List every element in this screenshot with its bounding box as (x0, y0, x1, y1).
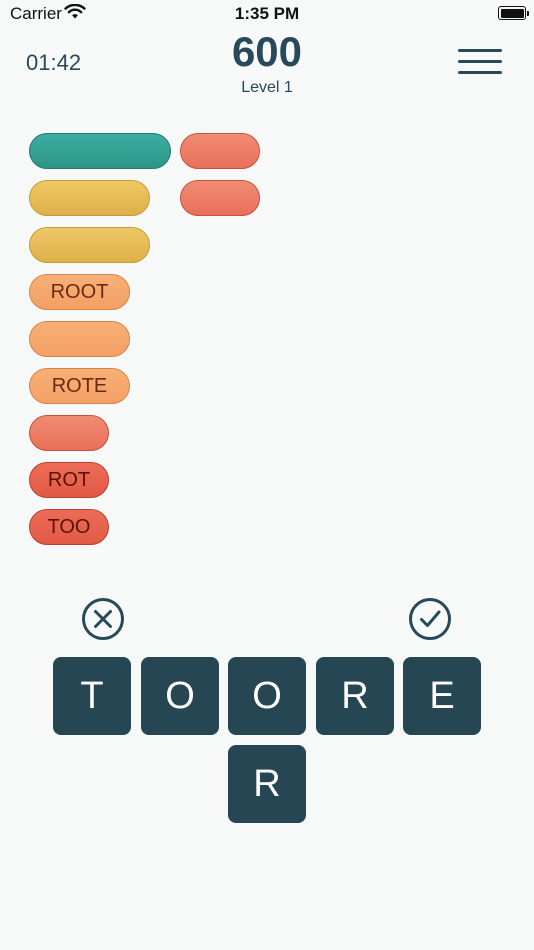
word-slot: ROOT (29, 274, 130, 310)
score: 600 (231, 28, 303, 75)
letter-tile[interactable]: R (316, 657, 394, 735)
word-slot: TOO (29, 509, 109, 545)
word-slot (180, 180, 260, 216)
letter-tile[interactable]: O (141, 657, 219, 735)
menu-button[interactable] (458, 49, 502, 75)
hamburger-icon-line (458, 60, 502, 63)
word-slot (180, 133, 260, 169)
status-time: 1:35 PM (234, 4, 300, 23)
clear-icon[interactable] (81, 597, 125, 641)
letter-tile[interactable]: O (228, 657, 306, 735)
battery-icon (498, 6, 529, 20)
level-label: Level 1 (241, 79, 293, 96)
word-slot (29, 133, 171, 169)
word-slot: ROT (29, 462, 109, 498)
word-slot (29, 227, 150, 263)
letter-tile[interactable]: R (228, 745, 306, 823)
status-bar: Carrier 1:35 PM (0, 0, 534, 28)
submit-check-icon[interactable] (408, 597, 452, 641)
word-slot: ROTE (29, 368, 130, 404)
word-slot (29, 180, 150, 216)
word-slot (29, 321, 130, 357)
word-slot (29, 415, 109, 451)
letter-tile[interactable]: T (53, 657, 131, 735)
hamburger-icon-line (458, 71, 502, 74)
letter-tile[interactable]: E (403, 657, 481, 735)
hamburger-icon-line (458, 49, 502, 52)
